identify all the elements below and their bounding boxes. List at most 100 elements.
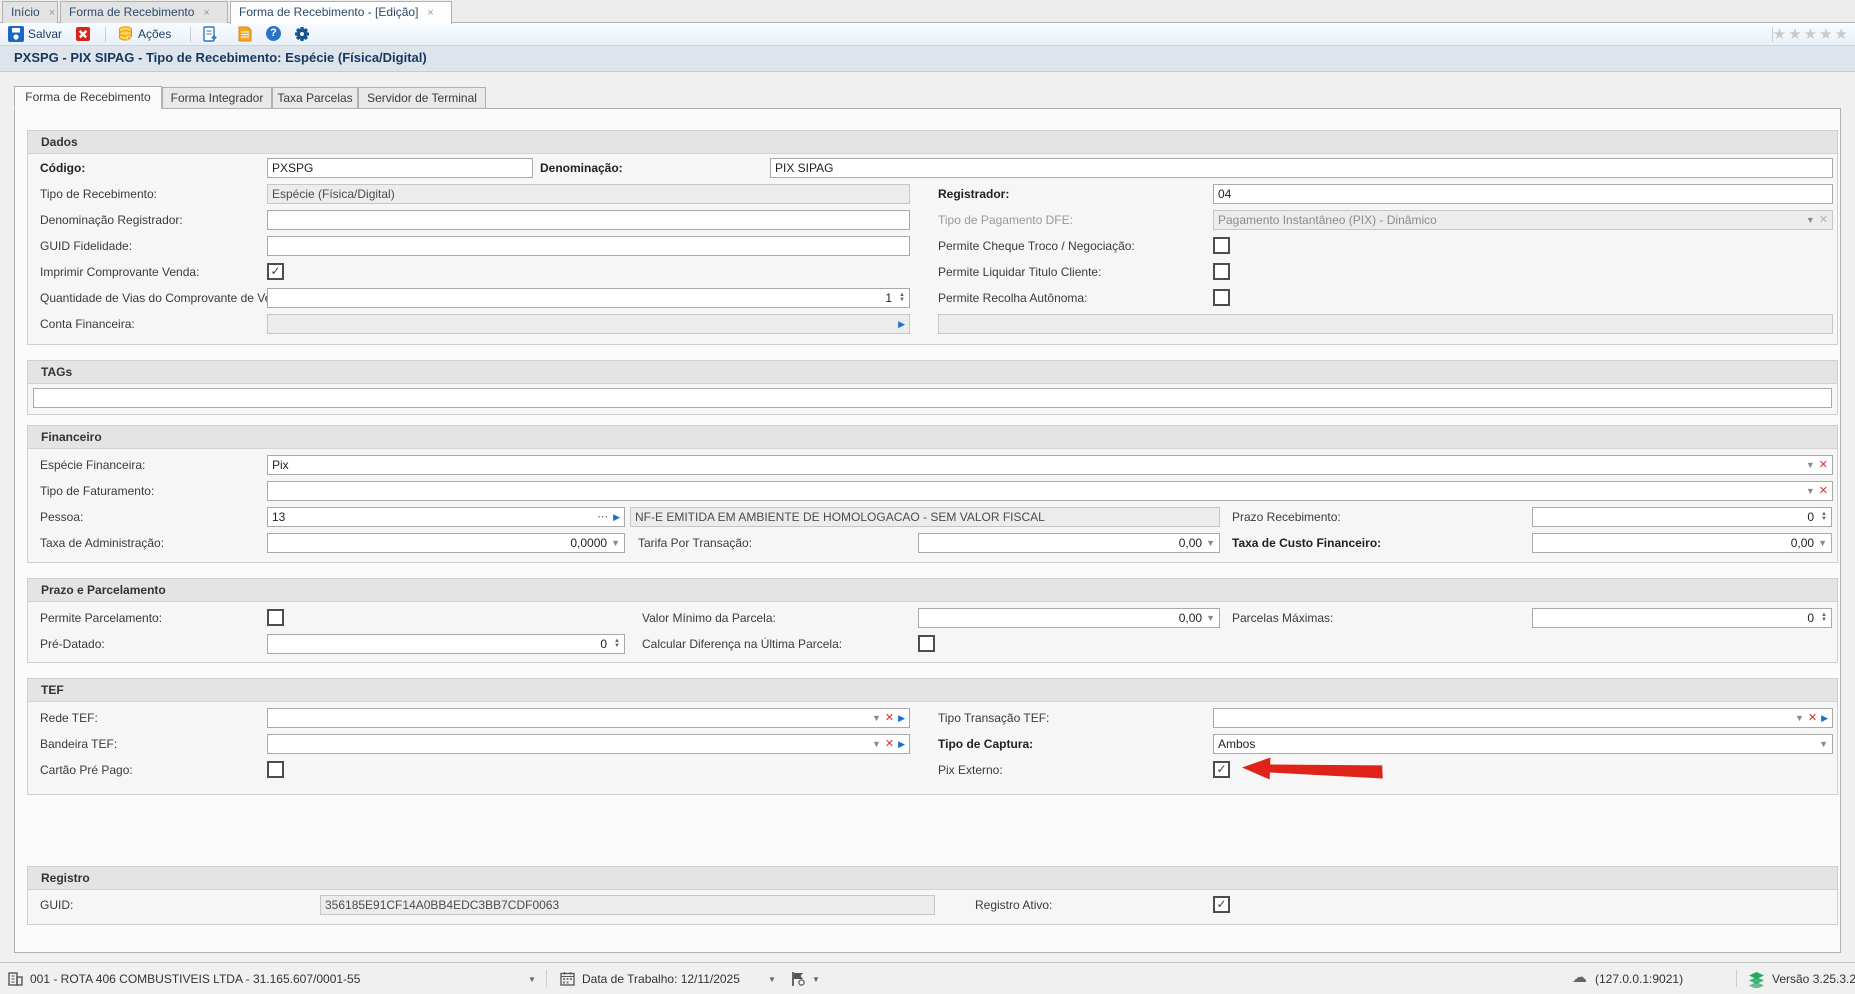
export-document-icon[interactable] xyxy=(202,26,218,42)
spinner-arrows-icon[interactable]: ▲▼ xyxy=(1818,613,1827,623)
qtd-vias-stepper[interactable]: 1▲▼ xyxy=(267,288,910,308)
statusbar-separator xyxy=(1736,970,1737,987)
tipo-pagamento-dfe-combo: Pagamento Instantâneo (PIX) - Dinâmico▼✕ xyxy=(1213,210,1833,230)
clear-icon[interactable]: ✕ xyxy=(885,739,894,750)
calcular-diferenca-label: Calcular Diferença na Última Parcela: xyxy=(642,634,842,654)
close-icon[interactable]: × xyxy=(203,7,209,19)
pix-externo-checkbox[interactable]: ✓ xyxy=(1213,761,1230,778)
chevron-down-icon[interactable]: ▼ xyxy=(1819,740,1828,749)
valor-minimo-input[interactable]: 0,00▼ xyxy=(918,608,1220,628)
chevron-down-icon[interactable]: ▼ xyxy=(1806,487,1815,496)
spinner-arrows-icon[interactable]: ▲▼ xyxy=(611,639,620,649)
cartao-pre-pago-checkbox[interactable]: ✓ xyxy=(267,761,284,778)
taxa-administracao-input[interactable]: 0,0000▼ xyxy=(267,533,625,553)
tarifa-transacao-label: Tarifa Por Transação: xyxy=(638,533,752,553)
rede-tef-combo[interactable]: ▼ ✕ ▶ xyxy=(267,708,910,728)
chevron-down-icon[interactable]: ▼ xyxy=(1206,614,1215,623)
pessoa-input[interactable]: 13⋯▶ xyxy=(267,507,625,527)
close-icon[interactable]: × xyxy=(49,7,55,19)
tipo-captura-combo[interactable]: Ambos▼ xyxy=(1213,734,1833,754)
tab-forma-integrador[interactable]: Forma Integrador xyxy=(162,87,272,109)
taxa-custo-input[interactable]: 0,00 ▼ xyxy=(1532,533,1832,553)
help-icon[interactable]: ? xyxy=(266,26,281,41)
tipo-transacao-tef-combo[interactable]: ▼ ✕ ▶ xyxy=(1213,708,1833,728)
pre-datado-stepper[interactable]: 0▲▼ xyxy=(267,634,625,654)
doc-tab-inicio[interactable]: Início× xyxy=(2,1,58,23)
conta-financeira-field[interactable]: ▶ xyxy=(267,314,910,334)
report-document-icon[interactable] xyxy=(237,26,253,42)
clear-icon[interactable]: ✕ xyxy=(885,713,894,724)
clear-icon[interactable]: ✕ xyxy=(1819,486,1828,497)
imprimir-comprovante-checkbox[interactable]: ✓ xyxy=(267,263,284,280)
tab-forma-de-recebimento[interactable]: Forma de Recebimento xyxy=(14,86,162,109)
tab-taxa-parcelas[interactable]: Taxa Parcelas xyxy=(272,87,358,109)
codigo-input[interactable]: PXSPG xyxy=(267,158,533,178)
parcelas-maximas-stepper[interactable]: 0▲▼ xyxy=(1532,608,1832,628)
rating-stars-icon[interactable]: ★★★★★ xyxy=(1773,25,1850,43)
tags-input[interactable] xyxy=(33,388,1832,408)
detail-arrow-icon[interactable]: ▶ xyxy=(898,714,905,723)
valor-minimo-label: Valor Mínimo da Parcela: xyxy=(642,608,776,628)
qtd-vias-label: Quantidade de Vias do Comprovante de Ven… xyxy=(40,288,295,308)
chevron-down-icon[interactable]: ▼ xyxy=(768,975,776,984)
chevron-down-icon[interactable]: ▼ xyxy=(872,714,881,723)
detail-arrow-icon[interactable]: ▶ xyxy=(1821,714,1828,723)
settings-gear-icon[interactable] xyxy=(294,26,310,42)
chevron-down-icon[interactable]: ▼ xyxy=(611,539,620,548)
chevron-down-icon[interactable]: ▼ xyxy=(528,975,536,984)
close-icon[interactable]: × xyxy=(427,7,433,19)
actions-button[interactable]: Ações xyxy=(138,26,171,43)
chevron-down-icon[interactable]: ▼ xyxy=(872,740,881,749)
save-button[interactable]: Salvar xyxy=(28,26,62,43)
doc-tab-forma-recebimento-edicao[interactable]: Forma de Recebimento - [Edição]× xyxy=(230,1,452,24)
section-registro-title: Registro xyxy=(28,867,1837,890)
guid-value: 356185E91CF14A0BB4EDC3BB7CDF0063 xyxy=(325,898,930,912)
guid-fidelidade-input[interactable] xyxy=(267,236,910,256)
save-icon[interactable] xyxy=(8,26,24,42)
flag-icon[interactable] xyxy=(790,971,806,987)
rede-tef-label: Rede TEF: xyxy=(40,708,98,728)
chevron-down-icon[interactable]: ▼ xyxy=(1206,539,1215,548)
clear-icon[interactable]: ✕ xyxy=(1819,460,1828,471)
work-date-selector[interactable]: Data de Trabalho: 12/11/2025 xyxy=(582,972,740,986)
lookup-ellipsis-icon[interactable]: ⋯ xyxy=(597,512,609,523)
delete-icon[interactable] xyxy=(75,26,91,42)
detail-arrow-icon[interactable]: ▶ xyxy=(898,740,905,749)
cloud-icon: ☁ xyxy=(1572,968,1587,986)
denominacao-input[interactable]: PIX SIPAG xyxy=(770,158,1833,178)
chevron-down-icon[interactable]: ▼ xyxy=(1806,461,1815,470)
doc-tab-forma-recebimento[interactable]: Forma de Recebimento× xyxy=(60,1,228,23)
permite-recolha-checkbox[interactable]: ✓ xyxy=(1213,289,1230,306)
tab-servidor-de-terminal[interactable]: Servidor de Terminal xyxy=(358,87,486,109)
denominacao-registrador-input[interactable] xyxy=(267,210,910,230)
detail-arrow-icon[interactable]: ▶ xyxy=(613,513,620,522)
tarifa-transacao-value: 0,00 xyxy=(923,536,1202,550)
guid-label: GUID: xyxy=(40,895,73,915)
registrador-label: Registrador: xyxy=(938,184,1009,204)
tarifa-transacao-input[interactable]: 0,00 ▼ xyxy=(918,533,1220,553)
registro-ativo-checkbox[interactable]: ✓ xyxy=(1213,896,1230,913)
prazo-recebimento-stepper[interactable]: 0▲▼ xyxy=(1532,507,1832,527)
chevron-down-icon[interactable]: ▼ xyxy=(1795,714,1804,723)
permite-liquidar-checkbox[interactable]: ✓ xyxy=(1213,263,1230,280)
taxa-custo-value: 0,00 xyxy=(1537,536,1814,550)
calcular-diferenca-checkbox[interactable]: ✓ xyxy=(918,635,935,652)
detail-arrow-icon[interactable]: ▶ xyxy=(898,320,905,329)
chevron-down-icon[interactable]: ▼ xyxy=(812,975,820,984)
check-icon: ✓ xyxy=(1215,763,1228,776)
section-prazo-title: Prazo e Parcelamento xyxy=(28,579,1837,602)
company-selector[interactable]: 001 - ROTA 406 COMBUSTIVEIS LTDA - 31.16… xyxy=(30,972,360,986)
spinner-arrows-icon[interactable]: ▲▼ xyxy=(896,293,905,303)
registrador-input[interactable]: 04 xyxy=(1213,184,1833,204)
chevron-down-icon[interactable]: ▼ xyxy=(1818,539,1827,548)
spinner-arrows-icon[interactable]: ▲▼ xyxy=(1818,512,1827,522)
permite-parcelamento-checkbox[interactable]: ✓ xyxy=(267,609,284,626)
registrador-value: 04 xyxy=(1218,187,1828,201)
tipo-faturamento-combo[interactable]: ▼✕ xyxy=(267,481,1833,501)
permite-cheque-checkbox[interactable]: ✓ xyxy=(1213,237,1230,254)
bandeira-tef-combo[interactable]: ▼ ✕ ▶ xyxy=(267,734,910,754)
actions-database-icon[interactable] xyxy=(118,26,134,42)
document-tabbar: Início× Forma de Recebimento× Forma de R… xyxy=(0,0,1855,23)
clear-icon[interactable]: ✕ xyxy=(1808,713,1817,724)
especie-financeira-combo[interactable]: Pix▼✕ xyxy=(267,455,1833,475)
